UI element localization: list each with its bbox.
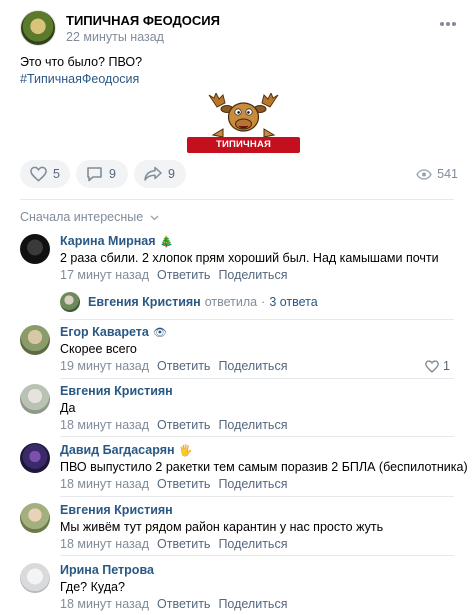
reply-thread[interactable]: Евгения Кристиян ответила · 3 ответа [60, 291, 318, 313]
share-link[interactable]: Поделиться [218, 268, 287, 282]
comment-item: Ирина Петрова Где? Куда? 18 минут назад О… [20, 563, 460, 611]
comment-time[interactable]: 18 минут назад [60, 418, 149, 432]
comment-avatar[interactable] [20, 325, 50, 355]
divider [20, 199, 454, 200]
comment-item: Евгения Кристиян Да 18 минут назад Ответи… [20, 384, 460, 432]
comment-icon [87, 167, 102, 182]
more-options-icon[interactable] [440, 22, 456, 28]
comment-avatar[interactable] [20, 443, 50, 473]
comment-author-name: Давид Багдасарян [60, 443, 175, 457]
post-hashtag[interactable]: #ТипичнаяФеодосия [20, 71, 450, 88]
post-header: ТИПИЧНАЯ ФЕОДОСИЯ 22 минуты назад [20, 10, 460, 46]
divider [60, 436, 454, 437]
comment-like-button[interactable]: 1 [425, 359, 450, 373]
reply-link[interactable]: Ответить [157, 418, 210, 432]
comment-time[interactable]: 19 минут назад [60, 359, 149, 373]
reply-link[interactable]: Ответить [157, 597, 210, 611]
share-count: 9 [168, 167, 175, 181]
comment-author[interactable]: Евгения Кристиян [60, 384, 173, 398]
comment-meta: 18 минут назад Ответить Поделиться [60, 418, 287, 432]
comment-author[interactable]: Карина Мирная 🎄 [60, 234, 173, 248]
reply-link[interactable]: Ответить [157, 268, 210, 282]
reply-link[interactable]: Ответить [157, 537, 210, 551]
reply-avatar [60, 292, 80, 312]
reply-separator: · [261, 295, 266, 309]
comment-avatar[interactable] [20, 503, 50, 533]
comment-meta: 18 минут назад Ответить Поделиться [60, 477, 287, 491]
comment-text: 2 раза сбили. 2 хлопок прям хороший был.… [60, 251, 439, 265]
share-link[interactable]: Поделиться [218, 359, 287, 373]
share-button[interactable]: 9 [134, 160, 186, 188]
comments-sort-dropdown[interactable]: Сначала интересные [20, 210, 159, 224]
reply-action: ответила [204, 295, 258, 309]
share-link[interactable]: Поделиться [218, 537, 287, 551]
divider [60, 319, 454, 320]
share-link[interactable]: Поделиться [218, 477, 287, 491]
comment-meta: 17 минут назад Ответить Поделиться [60, 268, 287, 282]
reply-link[interactable]: Ответить [157, 359, 210, 373]
raised-hand-icon: 🖐 [178, 445, 193, 457]
comment-author-name: Карина Мирная [60, 234, 156, 248]
divider [60, 555, 454, 556]
post-actions: 5 9 9 541 [20, 160, 464, 188]
comment-text: Мы живём тут рядом район карантин у нас … [60, 520, 384, 534]
moose-mascot-icon [208, 93, 279, 138]
divider [60, 378, 454, 379]
group-name[interactable]: ТИПИЧНАЯ ФЕОДОСИЯ [66, 13, 220, 28]
views-counter: 541 [416, 167, 458, 181]
comment-item: Евгения Кристиян Мы живём тут рядом райо… [20, 503, 460, 551]
comment-author[interactable]: Егор Каварета 👁 [60, 325, 167, 339]
post-text-line: Это что было? ПВО? [20, 55, 143, 69]
comment-like-count: 1 [443, 359, 450, 373]
comment-time[interactable]: 18 минут назад [60, 477, 149, 491]
comment-time[interactable]: 18 минут назад [60, 597, 149, 611]
comment-time[interactable]: 18 минут назад [60, 537, 149, 551]
post-time[interactable]: 22 минуты назад [66, 30, 164, 44]
share-link[interactable]: Поделиться [218, 597, 287, 611]
post-text: Это что было? ПВО? #ТипичнаяФеодосия [20, 54, 450, 88]
image-banner: ТИПИЧНАЯ ФЕОДОСИЯ [187, 137, 300, 166]
reply-link[interactable]: Ответить [157, 477, 210, 491]
comment-author[interactable]: Ирина Петрова [60, 563, 154, 577]
chevron-down-icon [150, 215, 159, 221]
heart-icon [425, 359, 439, 373]
like-count: 5 [53, 167, 60, 181]
comment-avatar[interactable] [20, 384, 50, 414]
comment-text: ПВО выпустило 2 ракетки тем самым порази… [60, 460, 468, 474]
views-count: 541 [437, 167, 458, 181]
eye-badge-icon: 👁 [152, 327, 167, 339]
like-button[interactable]: 5 [20, 160, 70, 188]
share-link[interactable]: Поделиться [218, 418, 287, 432]
comment-author-name: Егор Каварета [60, 325, 149, 339]
post-image[interactable]: ТИПИЧНАЯ ФЕОДОСИЯ [187, 93, 300, 166]
heart-icon [30, 166, 47, 182]
comment-item: Егор Каварета 👁 Скорее всего 19 минут наз… [20, 325, 460, 373]
divider [60, 496, 454, 497]
comment-count: 9 [109, 167, 116, 181]
eye-icon [416, 168, 432, 180]
comment-avatar[interactable] [20, 563, 50, 593]
comment-text: Да [60, 401, 76, 415]
reply-author: Евгения Кристиян [88, 295, 201, 309]
comment-meta: 18 минут назад Ответить Поделиться [60, 597, 287, 611]
comment-avatar[interactable] [20, 234, 50, 264]
comment-author-name: Евгения Кристиян [60, 503, 173, 517]
comment-author-name: Ирина Петрова [60, 563, 154, 577]
reply-count: 3 ответа [269, 295, 318, 309]
group-avatar[interactable] [20, 10, 56, 46]
comment-meta: 18 минут назад Ответить Поделиться [60, 537, 287, 551]
comment-author-name: Евгения Кристиян [60, 384, 173, 398]
comment-button[interactable]: 9 [76, 160, 128, 188]
comment-time[interactable]: 17 минут назад [60, 268, 149, 282]
comment-author[interactable]: Давид Багдасарян 🖐 [60, 443, 192, 457]
sort-label: Сначала интересные [20, 210, 144, 224]
share-icon [144, 166, 162, 181]
christmas-tree-icon: 🎄 [159, 236, 174, 248]
comment-author[interactable]: Евгения Кристиян [60, 503, 173, 517]
comment-text: Скорее всего [60, 342, 137, 356]
comment-text: Где? Куда? [60, 580, 125, 594]
comment-item: Давид Багдасарян 🖐 ПВО выпустило 2 ракетк… [20, 443, 468, 491]
comment-meta: 19 минут назад Ответить Поделиться [60, 359, 287, 373]
comment-item: Карина Мирная 🎄 2 раза сбили. 2 хлопок пр… [20, 234, 460, 282]
